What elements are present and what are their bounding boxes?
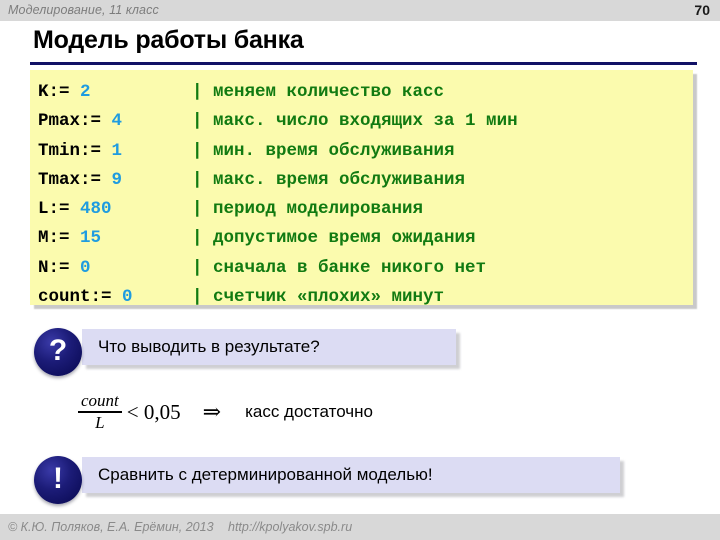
code-number: 0 — [69, 257, 91, 278]
callout-question-text: Что выводить в результате? — [98, 337, 320, 356]
page-title: Модель работы банка — [33, 26, 304, 54]
code-identifier: M:= — [38, 228, 70, 249]
code-line: Pmax:= 4 | макс. число входящих за 1 мин — [38, 107, 688, 136]
code-comment: сначала в банке никого нет — [202, 257, 487, 278]
code-comment: мин. время обслуживания — [202, 140, 455, 161]
code-identifier: K:= — [38, 82, 70, 102]
code-assignment: K:= 2 — [38, 78, 192, 107]
code-assignment: M:= 15 — [38, 224, 192, 253]
code-assignment: Tmin:= 1 — [38, 137, 192, 166]
code-number: 480 — [69, 199, 112, 220]
header-subject-label: Моделирование, 11 класс — [8, 3, 159, 17]
code-pipe-separator: | — [192, 111, 203, 132]
code-assignment: Tmax:= 9 — [38, 166, 192, 195]
code-pipe-separator: | — [192, 169, 203, 190]
callout-warning-text: Сравнить с детерминированной моделью! — [98, 465, 433, 484]
code-pipe-separator: | — [192, 199, 203, 220]
code-pipe-separator: | — [192, 140, 203, 161]
code-comment: счетчик «плохих» минут — [202, 287, 445, 308]
formula-relation: < 0,05 — [126, 399, 181, 424]
code-number: 0 — [111, 287, 133, 308]
title-divider — [30, 62, 697, 65]
page-number: 70 — [694, 2, 710, 18]
footer-copyright: © К.Ю. Поляков, Е.А. Ерёмин, 2013 — [8, 520, 214, 534]
fraction-denominator: L — [95, 412, 105, 432]
code-line: Tmin:= 1 | мин. время обслуживания — [38, 137, 688, 166]
code-assignment: N:= 0 — [38, 254, 192, 283]
code-line: K:= 2 | меняем количество касс — [38, 78, 688, 107]
code-line-list: K:= 2 | меняем количество касс Pmax:= 4 | м… — [38, 78, 688, 312]
code-pipe-separator: | — [192, 257, 203, 278]
code-pipe-separator: | — [192, 82, 203, 102]
fraction-count-over-l: count L — [78, 392, 122, 431]
code-pipe-separator: | — [192, 287, 203, 308]
exclamation-mark-glyph: ! — [53, 462, 63, 495]
code-comment: допустимое время ожидания — [202, 228, 476, 249]
code-assignment: count:= 0 — [38, 283, 192, 312]
code-assignment: L:= 480 — [38, 195, 192, 224]
question-mark-glyph: ? — [48, 334, 68, 367]
code-line: Tmax:= 9 | макс. время обслуживания — [38, 166, 688, 195]
code-number: 9 — [101, 169, 123, 190]
code-comment: макс. число входящих за 1 мин — [202, 111, 518, 132]
code-line: count:= 0 | счетчик «плохих» минут — [38, 283, 688, 312]
formula: count L < 0,05 ⇒ касс достаточно — [78, 388, 373, 436]
code-comment: период моделирования — [202, 199, 424, 220]
code-line: L:= 480 | период моделирования — [38, 195, 688, 224]
code-line: N:= 0 | сначала в банке никого нет — [38, 254, 688, 283]
implies-arrow-icon: ⇒ — [202, 399, 222, 424]
code-assignment: Pmax:= 4 — [38, 107, 192, 136]
code-identifier: N:= — [38, 257, 70, 278]
code-line: M:= 15 | допустимое время ожидания — [38, 224, 688, 253]
code-identifier: Tmax:= — [38, 169, 102, 190]
code-number: 15 — [69, 228, 102, 249]
code-identifier: count:= — [38, 287, 112, 308]
code-pipe-separator: | — [192, 228, 203, 249]
fraction-numerator: count — [81, 391, 119, 411]
code-identifier: Tmin:= — [38, 140, 102, 161]
code-comment: макс. время обслуживания — [202, 169, 466, 190]
code-identifier: Pmax:= — [38, 111, 102, 132]
code-comment: меняем количество касс — [202, 82, 445, 102]
code-number: 2 — [69, 82, 91, 102]
code-number: 4 — [101, 111, 123, 132]
code-number: 1 — [101, 140, 123, 161]
footer-url[interactable]: http://kpolyakov.spb.ru — [228, 520, 352, 534]
code-identifier: L:= — [38, 199, 70, 220]
question-mark-icon: ? — [34, 328, 82, 376]
formula-conclusion: касс достаточно — [245, 402, 373, 421]
exclamation-mark-icon: ! — [34, 456, 82, 504]
